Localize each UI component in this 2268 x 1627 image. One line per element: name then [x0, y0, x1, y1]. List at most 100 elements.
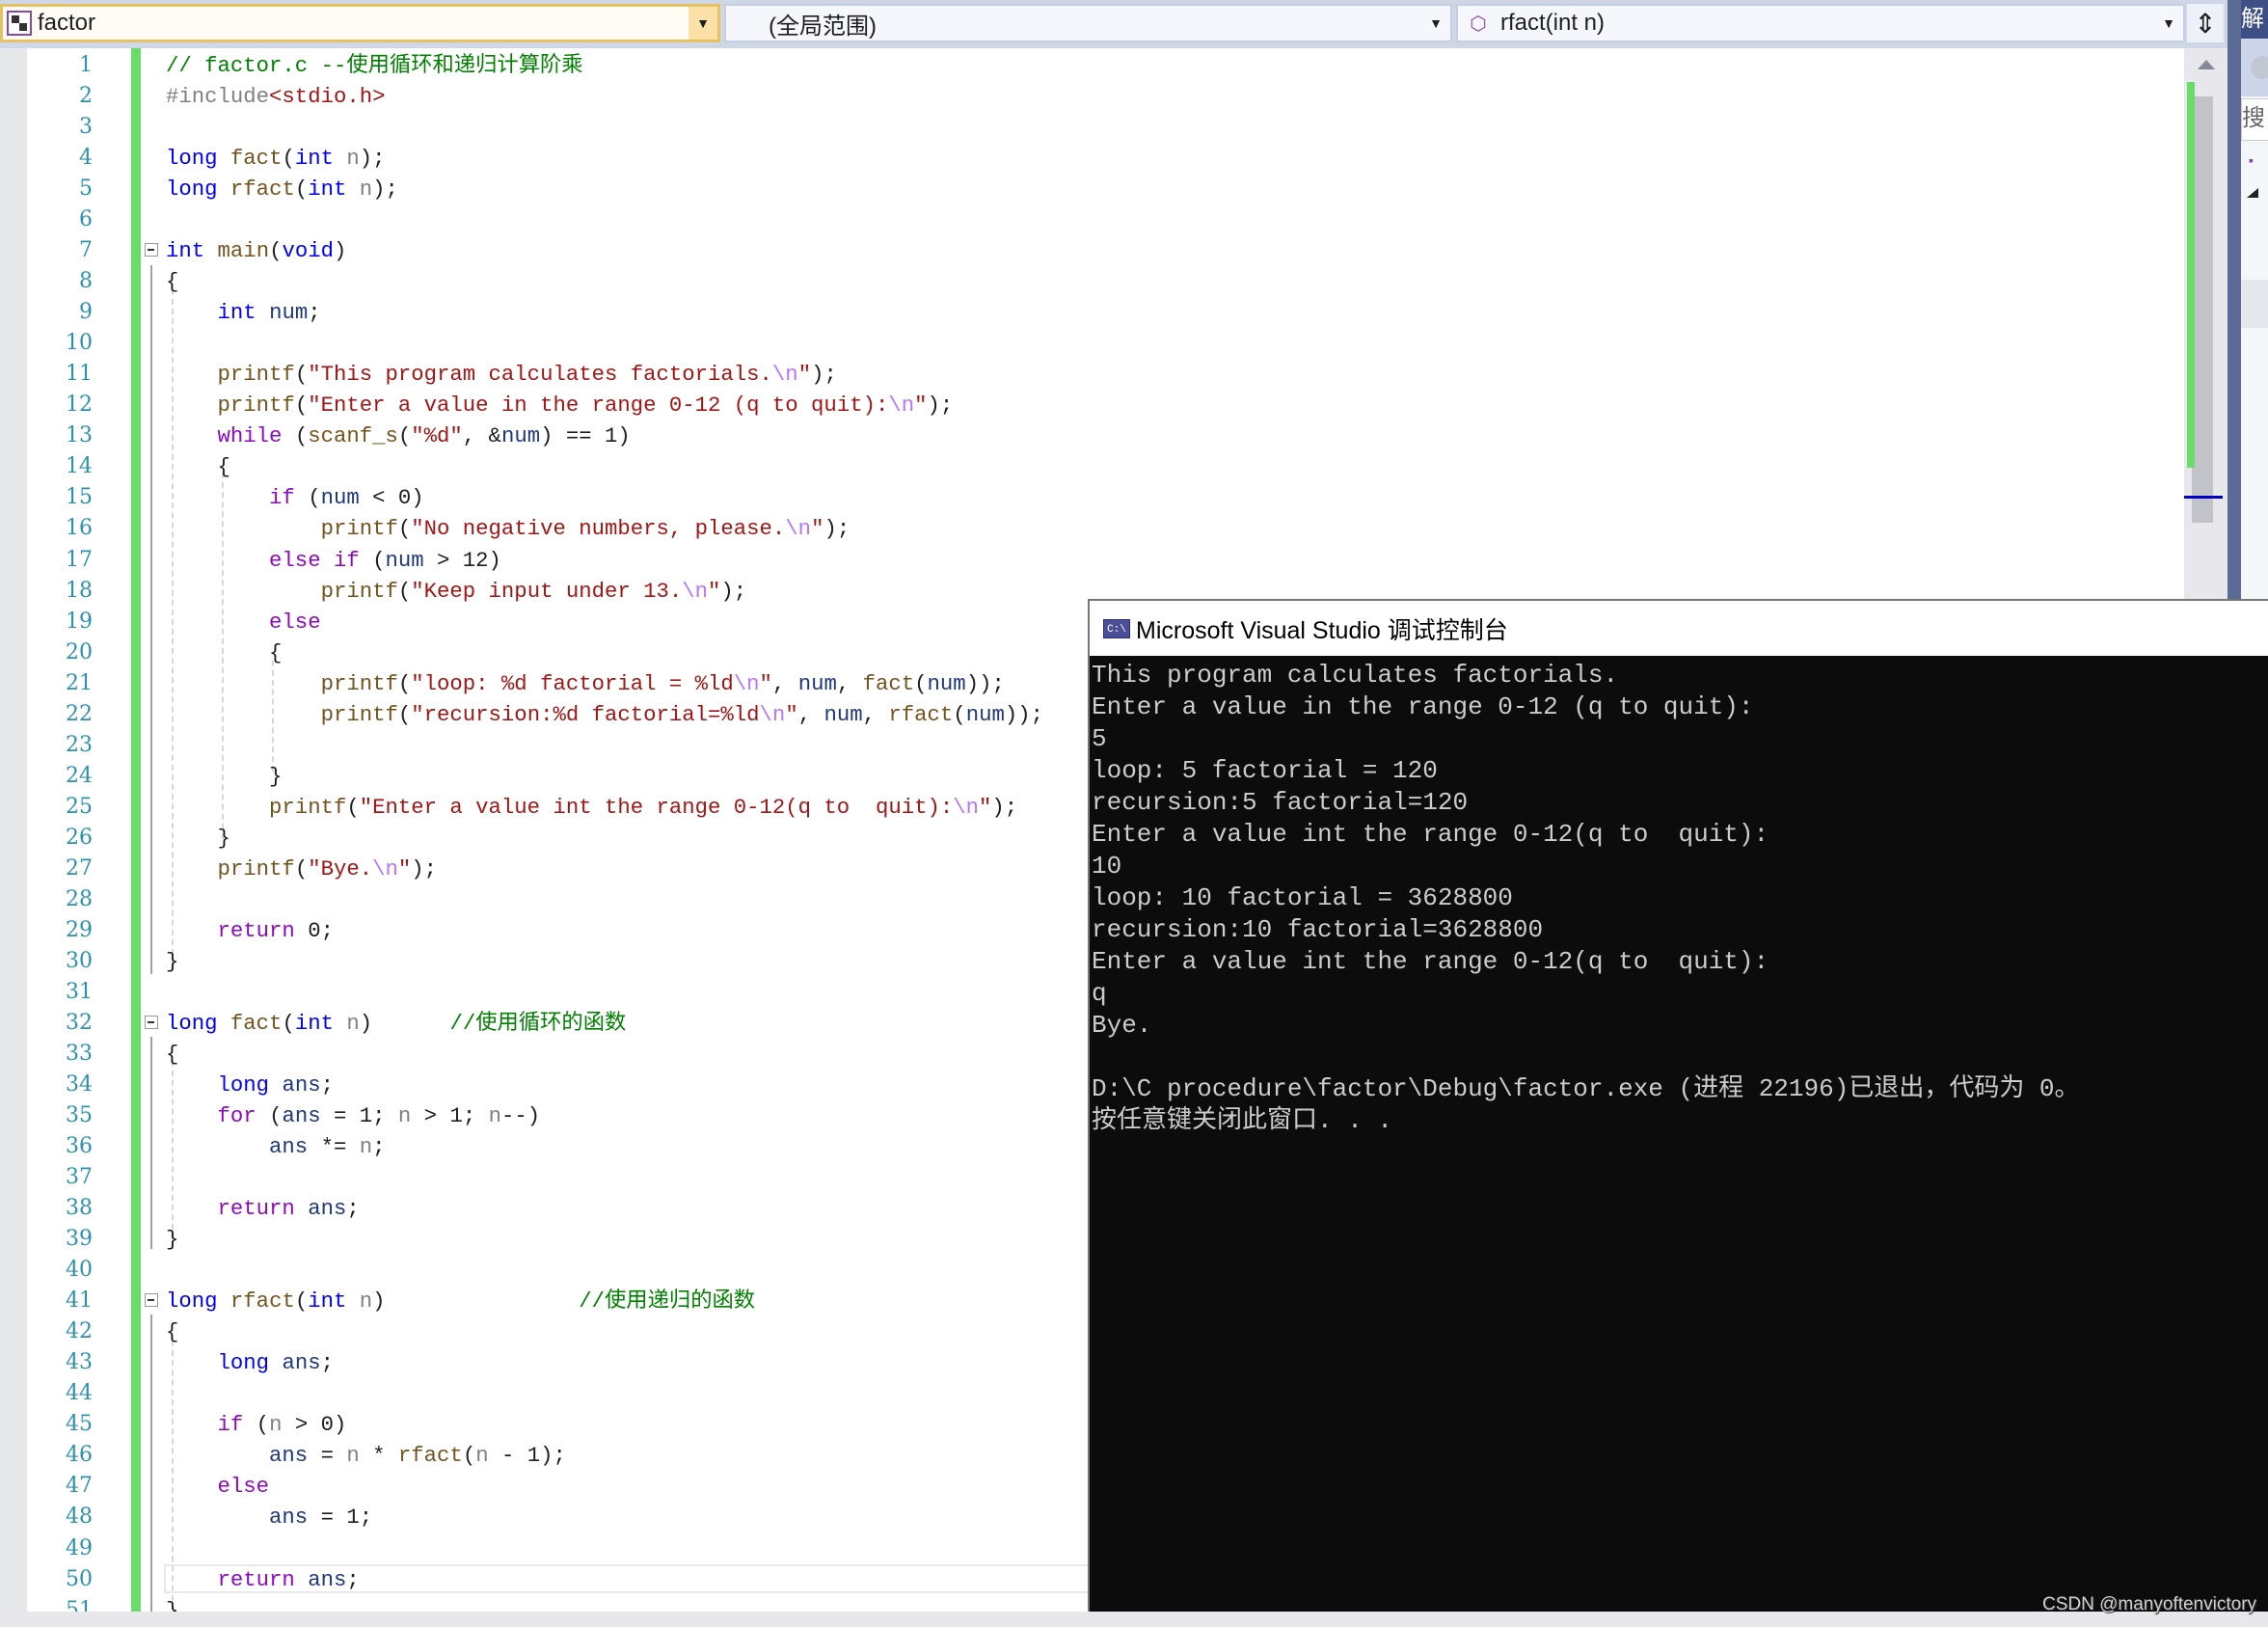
scroll-up-icon[interactable]	[2198, 60, 2215, 69]
panel-selected-row[interactable]	[2241, 280, 2268, 328]
code-text: int num;	[217, 300, 321, 326]
console-line: 10	[1092, 852, 1122, 881]
line-number: 23	[66, 732, 93, 757]
back-icon[interactable]	[2251, 56, 2268, 79]
project-icon	[7, 11, 32, 36]
line-number: 22	[66, 701, 93, 726]
line-number: 19	[66, 609, 93, 634]
line-number: 21	[66, 670, 93, 695]
split-window-button[interactable]: ⇕	[2187, 4, 2224, 42]
line-number: 17	[66, 547, 93, 572]
line-number: 50	[66, 1566, 93, 1591]
solution-icon: ▪	[2249, 152, 2254, 168]
code-text: if (n > 0)	[217, 1412, 347, 1438]
code-text: }	[166, 825, 230, 851]
line-number: 9	[79, 300, 93, 325]
line-number: 8	[79, 269, 93, 294]
project-dropdown[interactable]: factor ▼	[0, 4, 720, 42]
scope-dropdown[interactable]: (全局范围) ▼	[724, 4, 1452, 42]
scrollbar-change-marker	[2187, 82, 2195, 468]
code-text: ans = n * rfact(n - 1);	[269, 1443, 566, 1469]
code-line[interactable]: 17 else if (num > 12)	[0, 545, 2184, 576]
console-line: Enter a value int the range 0-12(q to qu…	[1092, 820, 1769, 849]
code-line[interactable]: 13 while (scanf_s("%d", &num) == 1)	[0, 420, 2184, 451]
line-number: 45	[66, 1412, 93, 1437]
console-line: recursion:5 factorial=120	[1092, 788, 1469, 817]
code-line[interactable]: 1 // factor.c --使用循环和递归计算阶乘	[0, 50, 2184, 81]
code-line[interactable]: 14 {	[0, 451, 2184, 482]
watermark: CSDN @manyoftenvictory	[2042, 1594, 2257, 1614]
console-line: Enter a value in the range 0-12 (q to qu…	[1092, 692, 1754, 721]
code-text: #include<stdio.h>	[166, 84, 386, 110]
line-number: 14	[66, 454, 93, 479]
console-line: Bye.	[1092, 1011, 1152, 1040]
code-line[interactable]: 6	[0, 204, 2184, 235]
panel-search-input[interactable]: 搜	[2241, 98, 2268, 141]
chevron-down-icon[interactable]: ▼	[2154, 15, 2183, 31]
scrollbar-caret-marker	[2184, 496, 2223, 499]
line-number: 2	[79, 84, 93, 109]
code-line[interactable]: 10	[0, 328, 2184, 359]
code-text: for (ans = 1; n > 1; n--)	[217, 1103, 541, 1129]
code-text: while (scanf_s("%d", &num) == 1)	[217, 423, 631, 449]
expand-triangle-icon[interactable]	[2247, 188, 2258, 198]
code-line[interactable]: 2 #include<stdio.h>	[0, 81, 2184, 112]
editor-horizontal-scrollbar[interactable]	[0, 1612, 2268, 1627]
line-number: 28	[66, 886, 93, 911]
console-line: 5	[1092, 724, 1107, 753]
collapse-icon[interactable]	[145, 243, 158, 258]
collapse-icon[interactable]	[145, 1015, 158, 1029]
split-window-icon: ⇕	[2194, 8, 2217, 39]
code-text: {	[166, 1319, 179, 1345]
scrollbar-thumb[interactable]	[2192, 96, 2213, 523]
code-text: return 0;	[217, 917, 334, 943]
console-title-bar[interactable]: C:\ Microsoft Visual Studio 调试控制台	[1090, 601, 2268, 656]
chevron-down-icon[interactable]: ▼	[1421, 15, 1450, 31]
code-line[interactable]: 4 long fact(int n);	[0, 143, 2184, 174]
line-number: 13	[66, 423, 93, 448]
code-text: }	[166, 763, 283, 789]
line-number: 32	[66, 1010, 93, 1035]
line-number: 3	[79, 115, 93, 140]
debug-console-window[interactable]: C:\ Microsoft Visual Studio 调试控制台 This p…	[1088, 599, 2268, 1612]
code-line[interactable]: 9 int num;	[0, 297, 2184, 328]
code-line[interactable]: 7 int main(void)	[0, 235, 2184, 266]
line-number: 34	[66, 1072, 93, 1098]
line-number: 20	[66, 639, 93, 664]
line-number: 48	[66, 1505, 93, 1530]
code-text: return ans;	[217, 1566, 360, 1592]
console-line: q	[1092, 979, 1107, 1008]
code-text: long ans;	[217, 1350, 334, 1376]
line-number: 42	[66, 1319, 93, 1344]
code-text: return ans;	[217, 1196, 360, 1222]
code-line[interactable]: 11 printf("This program calculates facto…	[0, 359, 2184, 390]
code-text: printf("Enter a value in the range 0-12 …	[217, 393, 954, 419]
code-text: printf("This program calculates factoria…	[217, 362, 837, 388]
line-number: 44	[66, 1381, 93, 1406]
console-output: This program calculates factorials. Enter…	[1092, 660, 2268, 1137]
console-title: Microsoft Visual Studio 调试控制台	[1136, 616, 1508, 644]
console-line: loop: 10 factorial = 3628800	[1092, 883, 1513, 912]
line-number: 47	[66, 1474, 93, 1499]
chevron-down-icon[interactable]: ▼	[688, 7, 717, 40]
line-number: 24	[66, 763, 93, 788]
code-line[interactable]: 12 printf("Enter a value in the range 0-…	[0, 390, 2184, 420]
code-line[interactable]: 3	[0, 112, 2184, 143]
line-number: 30	[66, 948, 93, 973]
code-text: // factor.c --使用循环和递归计算阶乘	[166, 53, 583, 78]
code-text: {	[166, 639, 283, 665]
line-number: 16	[66, 516, 93, 541]
collapse-icon[interactable]	[145, 1293, 158, 1308]
code-line[interactable]: 5 long rfact(int n);	[0, 174, 2184, 204]
code-line[interactable]: 16 printf("No negative numbers, please.\…	[0, 513, 2184, 544]
code-line[interactable]: 8{	[0, 266, 2184, 297]
member-dropdown[interactable]: ⬡ rfact(int n) ▼	[1456, 4, 2185, 42]
line-number: 39	[66, 1227, 93, 1252]
code-line[interactable]: 15 if (num < 0)	[0, 482, 2184, 513]
console-line: Enter a value int the range 0-12(q to qu…	[1092, 947, 1769, 976]
code-text: else	[217, 1474, 270, 1500]
project-dropdown-label: factor	[38, 10, 96, 36]
console-line: 按任意键关闭此窗口. . .	[1092, 1106, 1393, 1135]
line-number: 18	[66, 578, 93, 603]
